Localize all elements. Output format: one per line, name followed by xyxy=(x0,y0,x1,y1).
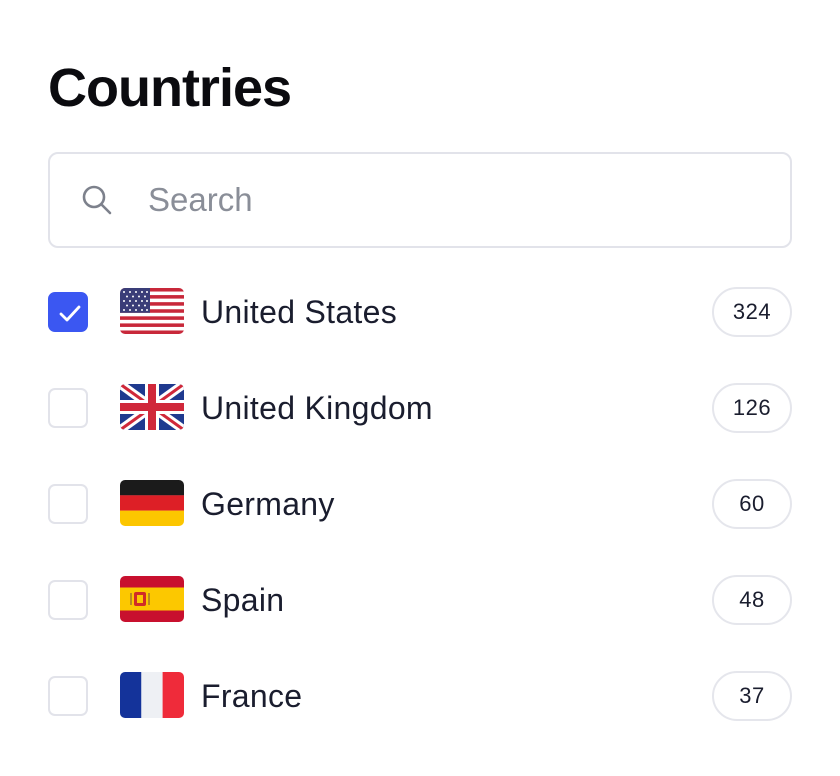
checkbox-france[interactable] xyxy=(48,676,88,716)
count-badge: 60 xyxy=(712,479,792,529)
list-item-spain[interactable]: Spain 48 xyxy=(48,575,792,625)
country-name: United Kingdom xyxy=(201,390,433,426)
country-name: United States xyxy=(201,294,398,330)
list-item-france[interactable]: France 37 xyxy=(48,671,792,721)
checkbox-spain[interactable] xyxy=(48,580,88,620)
checkbox-germany[interactable] xyxy=(48,484,88,524)
list-item-germany[interactable]: Germany 60 xyxy=(48,479,792,529)
checkbox-united-kingdom[interactable] xyxy=(48,388,88,428)
panel-title: Countries xyxy=(48,58,292,118)
uk-flag-icon xyxy=(120,384,184,430)
list-item-united-states[interactable]: United States 324 xyxy=(48,287,792,337)
count-badge: 37 xyxy=(712,671,792,721)
checkbox-united-states[interactable] xyxy=(48,292,88,332)
checkmark-icon xyxy=(59,305,81,322)
us-flag-icon xyxy=(120,288,184,334)
germany-flag-icon xyxy=(120,480,184,526)
count-badge: 126 xyxy=(712,383,792,433)
country-name: France xyxy=(201,678,303,714)
country-name: Germany xyxy=(201,486,335,522)
list-item-united-kingdom[interactable]: United Kingdom 126 xyxy=(48,383,792,433)
france-flag-icon xyxy=(120,672,184,718)
search-box[interactable] xyxy=(48,152,792,248)
count-badge: 324 xyxy=(712,287,792,337)
count-badge: 48 xyxy=(712,575,792,625)
spain-flag-icon xyxy=(120,576,184,622)
country-name: Spain xyxy=(201,582,285,618)
search-icon xyxy=(82,185,112,215)
search-input[interactable] xyxy=(146,180,710,220)
